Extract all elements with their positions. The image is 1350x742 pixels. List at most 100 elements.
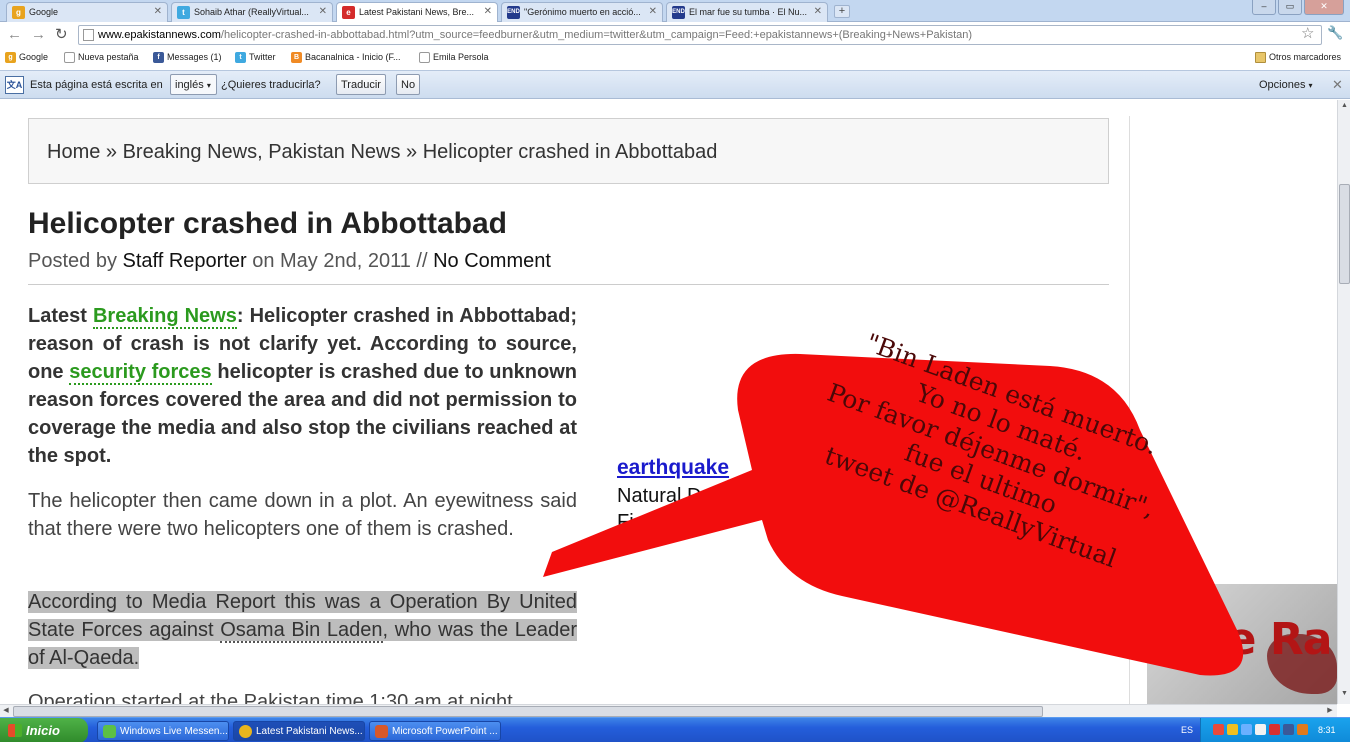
task-label: Windows Live Messen...	[120, 726, 228, 737]
tray-app-icon[interactable]	[1213, 724, 1224, 735]
tab-geronimo[interactable]: END "Gerónimo muerto en acció... ✕	[501, 2, 663, 22]
paragraph-4: Operation started at the Pakistan time 1…	[28, 691, 513, 704]
earthquake-link[interactable]: earthquake	[617, 456, 729, 480]
options-label: Opciones	[1259, 79, 1306, 91]
horizontal-scrollbar[interactable]: ◀ ▶	[0, 704, 1337, 717]
bookmark-messages[interactable]: f Messages (1)	[153, 52, 222, 63]
translate-infobar: 文A Esta página está escrita en inglés ▾ …	[0, 70, 1350, 99]
tray-app-icon[interactable]	[1227, 724, 1238, 735]
tab-twitter[interactable]: t Sohaib Athar (ReallyVirtual... ✕	[171, 2, 333, 22]
tab-strip: g Google ✕ t Sohaib Athar (ReallyVirtual…	[0, 0, 1350, 23]
back-arrow-icon[interactable]: ←	[7, 26, 22, 43]
security-forces-link[interactable]: security forces	[69, 361, 212, 385]
scroll-left-icon[interactable]: ◀	[0, 706, 12, 717]
close-icon[interactable]: ✕	[154, 6, 162, 17]
language-indicator[interactable]: ES	[1181, 725, 1193, 735]
bookmark-google[interactable]: g Google	[5, 52, 48, 63]
comments-link[interactable]: No Comment	[433, 250, 551, 272]
no-translate-button[interactable]: No	[396, 74, 421, 95]
maximize-icon[interactable]: ▭	[1278, 0, 1302, 15]
bookmark-bacanalnica[interactable]: B Bacanalnica - Inicio (F...	[291, 52, 401, 63]
tab-label: "Gerónimo muerto en acció...	[524, 7, 641, 17]
tab-label: El mar fue su tumba · El Nu...	[689, 7, 808, 17]
close-icon[interactable]: ✕	[649, 6, 657, 17]
bookmark-label: Bacanalnica - Inicio (F...	[305, 52, 401, 62]
tray-app-icon[interactable]	[1283, 724, 1294, 735]
chevron-down-icon: ▾	[206, 81, 211, 90]
start-button[interactable]: Inicio	[0, 718, 88, 742]
translate-button[interactable]: Traducir	[336, 74, 386, 95]
vertical-scrollbar[interactable]: ▲ ▼	[1337, 100, 1350, 704]
osama-bin-laden-link[interactable]: Osama Bin Laden	[220, 619, 383, 643]
task-label: Latest Pakistani News...	[256, 726, 363, 737]
url-path: /helicopter-crashed-in-abbottabad.html?u…	[220, 29, 973, 41]
close-window-icon[interactable]: ✕	[1304, 0, 1344, 15]
system-tray: ES 8:31	[1181, 718, 1350, 742]
language-select[interactable]: inglés ▾	[170, 74, 217, 95]
twitter-favicon-icon: t	[235, 52, 246, 63]
close-icon[interactable]: ✕	[319, 6, 327, 17]
taskbar-item-messenger[interactable]: Windows Live Messen...	[97, 721, 229, 741]
network-icon[interactable]	[1241, 724, 1252, 735]
wrench-menu-icon[interactable]: 🔧	[1327, 25, 1343, 41]
tab-epakistannews[interactable]: e Latest Pakistani News, Bre... ✕	[336, 2, 498, 23]
scroll-right-icon[interactable]: ▶	[1324, 706, 1336, 717]
sidebar-line: Natural D	[617, 485, 702, 507]
bookmark-label: Twitter	[249, 52, 276, 62]
highlighted-text: According to Media Report this was a Ope…	[28, 591, 577, 669]
bookmarks-bar: g Google Nueva pestaña f Messages (1) t Twi…	[0, 48, 1350, 68]
taskbar-item-powerpoint[interactable]: Microsoft PowerPoint ...	[369, 721, 501, 741]
scroll-thumb[interactable]	[13, 706, 1043, 717]
windows-logo-icon	[8, 724, 22, 737]
address-bar[interactable]: www.epakistannews.com/helicopter-crashed…	[78, 25, 1322, 45]
author-link[interactable]: Staff Reporter	[123, 250, 247, 272]
windows-taskbar: Inicio Windows Live Messen... Latest Pak…	[0, 717, 1350, 742]
scroll-down-icon[interactable]: ▼	[1339, 690, 1350, 702]
bookmark-nueva-pestana[interactable]: Nueva pestaña	[64, 52, 139, 63]
paragraph-3: According to Media Report this was a Ope…	[28, 588, 577, 672]
end-favicon-icon: END	[507, 6, 520, 19]
safely-remove-icon[interactable]	[1269, 724, 1280, 735]
close-icon[interactable]: ✕	[814, 6, 822, 17]
divider	[28, 284, 1109, 285]
sidebar-text: Natural D Fi	[617, 483, 701, 535]
messenger-icon	[103, 725, 116, 738]
ad-banner[interactable]: ve Ra	[1147, 584, 1337, 704]
translate-icon: 文A	[5, 76, 24, 94]
browser-toolbar: ← → ↻ www.epakistannews.com/helicopter-c…	[0, 22, 1350, 48]
paragraph-2: The helicopter then came down in a plot.…	[28, 490, 577, 540]
bookmark-twitter[interactable]: t Twitter	[235, 52, 276, 63]
other-bookmarks-label: Otros marcadores	[1269, 52, 1342, 62]
sidebar-line: Fi	[617, 511, 634, 533]
tray-icons	[1213, 724, 1308, 735]
scroll-up-icon[interactable]: ▲	[1339, 102, 1350, 114]
close-icon[interactable]: ✕	[484, 6, 492, 17]
bookmark-emila-persola[interactable]: Emila Persola	[419, 52, 489, 63]
volume-icon[interactable]	[1255, 724, 1266, 735]
twitter-favicon-icon: t	[177, 6, 190, 19]
clock[interactable]: 8:31	[1318, 725, 1336, 735]
tab-google[interactable]: g Google ✕	[6, 2, 168, 22]
taskbar-item-chrome[interactable]: Latest Pakistani News...	[233, 721, 365, 741]
minimize-icon[interactable]: –	[1252, 0, 1276, 15]
article-meta: Posted by Staff Reporter on May 2nd, 201…	[28, 250, 551, 273]
window-controls: – ▭ ✕	[1252, 0, 1344, 15]
other-bookmarks[interactable]: Otros marcadores	[1255, 52, 1342, 63]
tab-label: Sohaib Athar (ReallyVirtual...	[194, 7, 309, 17]
close-infobar-icon[interactable]: ✕	[1332, 77, 1343, 93]
task-label: Microsoft PowerPoint ...	[392, 726, 498, 737]
tab-el-mar[interactable]: END El mar fue su tumba · El Nu... ✕	[666, 2, 828, 22]
reload-icon[interactable]: ↻	[55, 26, 68, 43]
breadcrumb[interactable]: Home » Breaking News, Pakistan News » He…	[28, 118, 1109, 184]
article-title: Helicopter crashed in Abbottabad	[28, 207, 507, 240]
new-tab-button[interactable]: +	[834, 5, 850, 18]
forward-arrow-icon[interactable]: →	[31, 26, 46, 43]
chevron-down-icon: ▾	[1308, 81, 1313, 90]
tray-app-icon[interactable]	[1297, 724, 1308, 735]
posted-by-label: Posted by	[28, 250, 117, 272]
translate-options-button[interactable]: Opciones ▾	[1259, 79, 1313, 91]
bookmark-star-icon[interactable]: ☆	[1301, 24, 1314, 42]
breaking-news-link[interactable]: Breaking News	[92, 305, 237, 329]
facebook-favicon-icon: f	[153, 52, 164, 63]
scroll-thumb[interactable]	[1339, 184, 1350, 284]
